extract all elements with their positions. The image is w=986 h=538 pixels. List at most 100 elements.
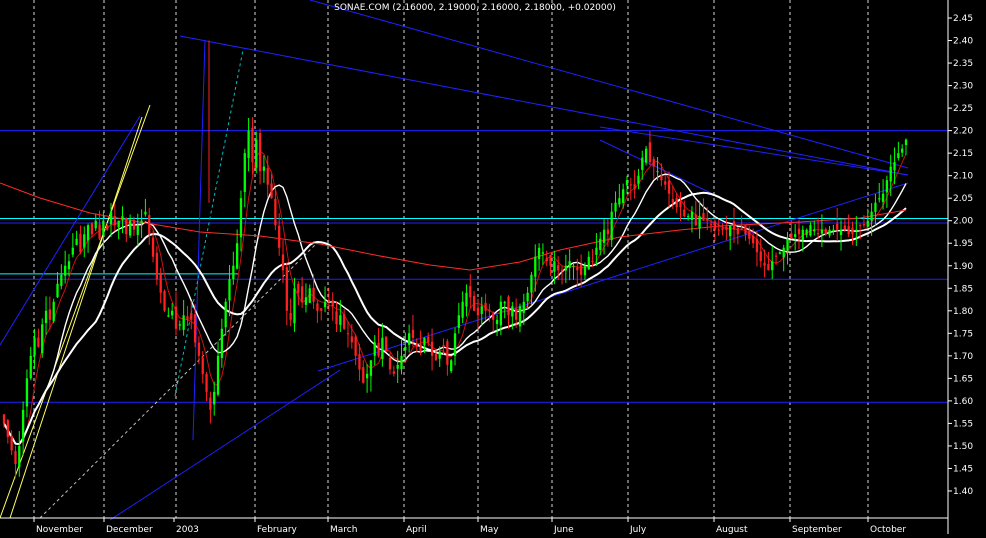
candle-body (782, 247, 785, 258)
y-tick-label: 1.45 (953, 464, 973, 474)
candle-body (870, 211, 873, 221)
candle-body (702, 212, 705, 221)
candle-body (855, 229, 858, 231)
candle-body (450, 360, 453, 372)
candle-body (453, 333, 457, 357)
candle-body (235, 243, 239, 269)
candle-body (744, 225, 747, 235)
candle-body (33, 337, 36, 356)
candle-body (683, 209, 686, 217)
candle-body (721, 228, 724, 230)
y-tick-label: 2.10 (953, 172, 973, 182)
candle-body (564, 265, 567, 271)
x-tick-label: April (406, 525, 427, 534)
candle-body (182, 315, 185, 330)
candle-body (652, 158, 655, 167)
candle-body (801, 229, 804, 240)
candle-body (511, 306, 514, 317)
y-tick-label: 1.70 (953, 352, 973, 362)
candle-body (369, 360, 373, 376)
candle-body (763, 262, 766, 266)
candle-body (874, 202, 877, 212)
candle-body (457, 315, 460, 328)
candle-body (335, 311, 338, 325)
candle-body (67, 261, 71, 270)
y-tick-label: 1.50 (953, 442, 973, 452)
y-tick-label: 2.35 (953, 59, 973, 69)
candle-body (797, 228, 801, 235)
candle-body (350, 336, 353, 343)
candle-body (94, 220, 97, 229)
candle-body (518, 306, 522, 327)
candle-body (488, 309, 491, 311)
candle-body (809, 225, 812, 236)
y-tick-label: 2.40 (953, 37, 973, 47)
candle-body (469, 286, 472, 298)
candle-body (560, 269, 564, 271)
candle-body (828, 229, 831, 236)
candle-body (629, 184, 632, 186)
candle-body (400, 355, 403, 369)
candle-body (633, 184, 636, 190)
candle-body (312, 287, 315, 302)
y-tick-label: 1.90 (953, 262, 973, 272)
x-tick-label: March (330, 525, 357, 534)
candle-body (144, 211, 147, 215)
candle-body (824, 229, 827, 235)
x-tick-label: June (553, 525, 574, 534)
candle-body (664, 181, 667, 185)
candle-body (644, 148, 648, 163)
candle-body (243, 153, 246, 193)
chart-title: SONAE.COM (2.16000, 2.19000, 2.16000, 2.… (334, 3, 616, 13)
candle-body (901, 148, 904, 153)
candle-body (358, 354, 361, 370)
candle-body (897, 153, 900, 158)
y-tick-label: 1.75 (953, 329, 973, 339)
candle-body (492, 313, 495, 320)
candle-body (258, 133, 262, 172)
candle-body (151, 237, 155, 257)
candle-body (75, 238, 78, 245)
candle-body (339, 315, 342, 325)
candle-body (878, 198, 881, 200)
candle-body (522, 301, 525, 313)
candle-body (320, 308, 323, 311)
candle-body (583, 265, 587, 276)
candle-body (109, 211, 113, 225)
candle-body (698, 216, 701, 229)
candle-body (606, 229, 610, 235)
candle-body (174, 306, 178, 329)
y-tick-label: 1.80 (953, 307, 973, 317)
candle-body (545, 257, 548, 262)
candle-body (862, 224, 866, 226)
candle-body (591, 261, 594, 263)
candle-body (572, 265, 575, 267)
candle-body (656, 171, 659, 173)
x-tick-label: February (257, 525, 298, 534)
candle-body (247, 130, 250, 159)
candle-body (641, 157, 644, 170)
candle-body (64, 265, 67, 276)
candle-body (289, 313, 292, 320)
candle-body (717, 229, 720, 231)
x-tick-label: November (36, 525, 83, 534)
candle-body (713, 221, 717, 230)
candle-body (52, 301, 55, 322)
candle-body (602, 229, 606, 243)
x-tick-label: July (629, 525, 647, 534)
candle-body (671, 199, 675, 203)
y-tick-label: 1.95 (953, 239, 973, 249)
candle-body (365, 373, 369, 379)
candle-body (461, 301, 464, 318)
candle-body (740, 228, 743, 230)
candle-body (866, 220, 869, 227)
candle-body (274, 198, 277, 226)
candle-body (415, 343, 418, 347)
candle-body (430, 341, 434, 356)
candle-body (614, 202, 617, 212)
candle-body (885, 180, 889, 193)
candle-body (197, 342, 201, 356)
candle-body (579, 264, 583, 275)
candle-body (327, 300, 331, 302)
candle-body (534, 256, 537, 277)
